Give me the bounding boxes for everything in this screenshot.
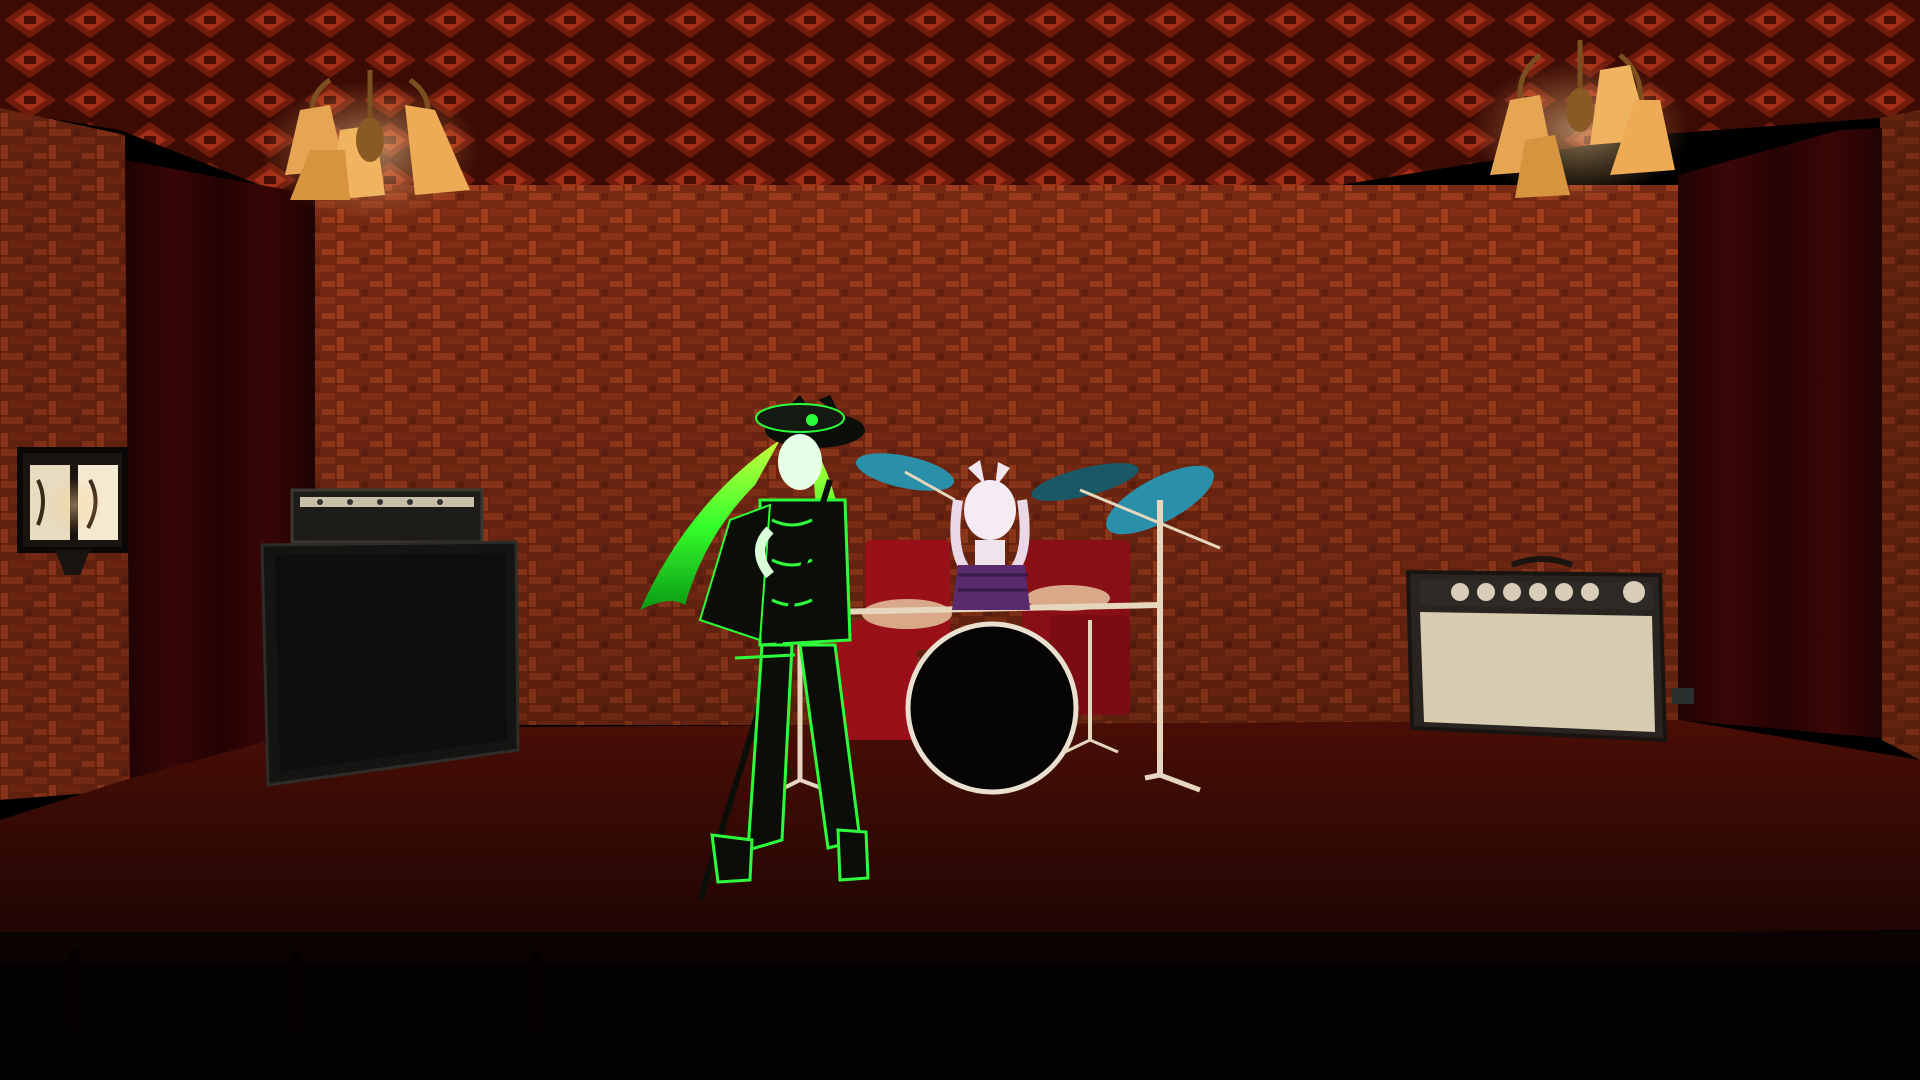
right-side-wall	[1880, 110, 1920, 760]
guitar-amp-head	[290, 488, 484, 544]
speaker-cabinet	[260, 540, 520, 787]
combo-amp	[1405, 556, 1694, 743]
scene-render	[0, 0, 1920, 1080]
game-viewport[interactable]	[0, 0, 1920, 1080]
right-curtain	[1678, 128, 1882, 738]
